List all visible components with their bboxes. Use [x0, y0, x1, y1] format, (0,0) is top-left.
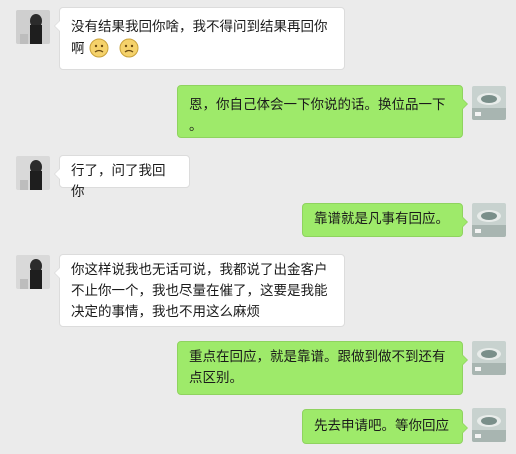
message-bubble-outgoing[interactable]: 靠谱就是凡事有回应。: [302, 203, 468, 237]
message-text: 没有结果我回你啥，我不得问到结果再回你: [71, 19, 328, 35]
message-text: 行了，问了我回你: [71, 163, 166, 200]
message-bubble-outgoing[interactable]: 恩，你自己体会一下你说的话。换位品一下 。: [177, 85, 468, 138]
message-text: 靠谱就是凡事有回应。: [314, 211, 449, 227]
message-text: 恩，你自己体会一下你说的话。换位品一下: [189, 97, 446, 113]
message-text: 。: [189, 118, 203, 134]
my-avatar[interactable]: [472, 203, 506, 237]
message-text: 先去申请吧。等你回应: [314, 418, 449, 434]
message-text: 你这样说我也无话可说，我都说了出金客户: [71, 262, 328, 278]
message-text: 啊: [71, 38, 333, 65]
frown-emoji-icon: [119, 38, 139, 65]
message-bubble-outgoing[interactable]: 重点在回应，就是靠谱。跟做到做不到还有 点区别。: [177, 341, 468, 395]
message-text: 决定的事情，我也不用这么麻烦: [71, 304, 260, 320]
message-text: 不止你一个，我也尽量在催了，这要是我能: [71, 283, 328, 299]
my-avatar[interactable]: [472, 86, 506, 120]
my-avatar[interactable]: [472, 341, 506, 375]
my-avatar[interactable]: [472, 408, 506, 442]
message-bubble-incoming[interactable]: 行了，问了我回你: [54, 155, 190, 200]
contact-avatar[interactable]: [16, 10, 50, 44]
message-text: 重点在回应，就是靠谱。跟做到做不到还有: [189, 349, 446, 365]
contact-avatar[interactable]: [16, 156, 50, 190]
frown-emoji-icon: [89, 38, 109, 65]
message-bubble-incoming[interactable]: 没有结果我回你啥，我不得问到结果再回你 啊: [54, 7, 345, 70]
message-bubble-outgoing[interactable]: 先去申请吧。等你回应: [302, 409, 468, 444]
message-bubble-incoming[interactable]: 你这样说我也无话可说，我都说了出金客户 不止你一个，我也尽量在催了，这要是我能 …: [54, 254, 345, 327]
contact-avatar[interactable]: [16, 255, 50, 289]
message-text: 点区别。: [189, 370, 243, 386]
